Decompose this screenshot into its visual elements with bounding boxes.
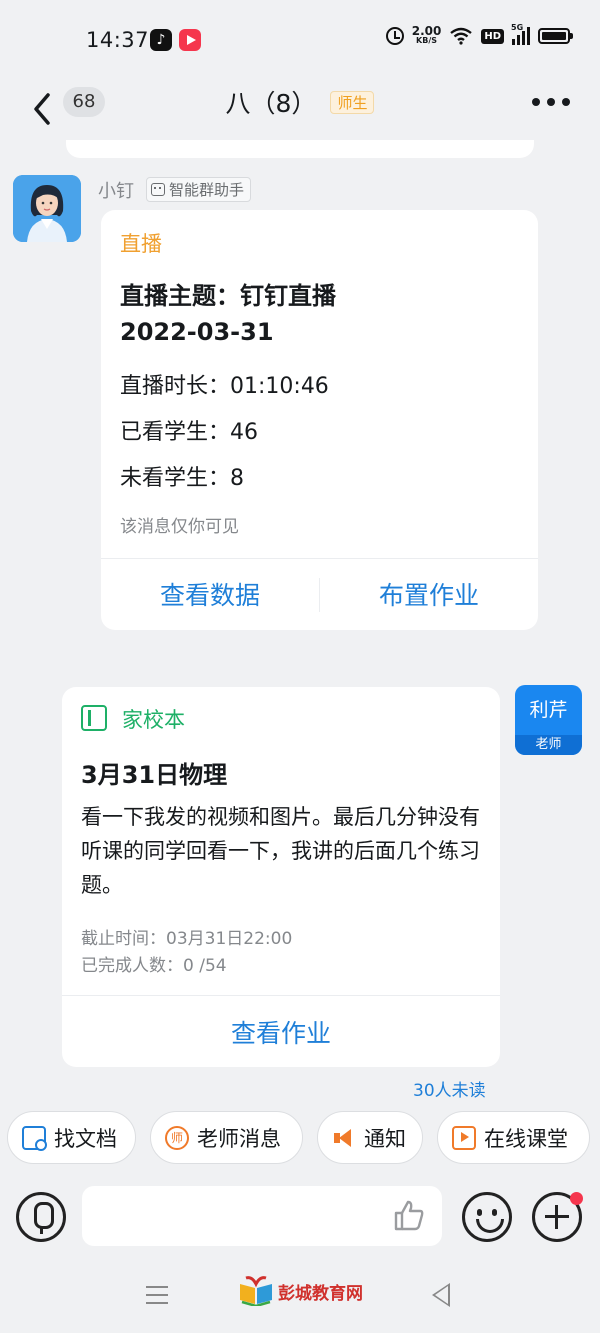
system-nav-bar: 彭城教育网 [0, 1266, 600, 1333]
teacher-avatar-name: 利芹 [529, 699, 568, 721]
notice-chip[interactable]: 通知 [317, 1111, 423, 1164]
card-divider [62, 995, 500, 996]
home-watermark[interactable]: 彭城教育网 [238, 1276, 363, 1306]
assistant-tag-label: 智能群助手 [169, 181, 245, 199]
menu-icon[interactable] [146, 1286, 168, 1304]
homework-body: 看一下我发的视频和图片。最后几分钟没有听课的同学回看一下，我讲的后面几个练习题。 [81, 805, 480, 897]
chip-label: 在线课堂 [484, 1126, 568, 1151]
previous-message-card [66, 140, 534, 158]
book-logo-icon [240, 1276, 272, 1306]
teacher-avatar-role: 老师 [515, 735, 582, 755]
sender-name: 小钉 [98, 181, 134, 202]
live-duration: 直播时长：01:10:46 [120, 374, 329, 399]
teacher-messages-chip[interactable]: 师 老师消息 [150, 1111, 303, 1164]
online-class-chip[interactable]: 在线课堂 [437, 1111, 590, 1164]
emoji-icon[interactable] [462, 1192, 512, 1242]
live-topic-line2: 2022-03-31 [120, 318, 274, 346]
chip-label: 通知 [364, 1126, 406, 1151]
doc-search-icon [22, 1125, 47, 1151]
card-divider [101, 558, 538, 559]
not-watched-count: 未看学生：8 [120, 466, 244, 491]
chip-label: 老师消息 [197, 1126, 281, 1151]
net-speed: 2.00 KB/S [411, 24, 442, 46]
input-bar [0, 1176, 600, 1266]
watermark-text: 彭城教育网 [278, 1283, 363, 1304]
view-data-button[interactable]: 查看数据 [101, 576, 319, 612]
group-role-tag: 师生 [330, 91, 375, 114]
card-type-label: 家校本 [122, 708, 185, 732]
voice-input-icon[interactable] [16, 1192, 66, 1242]
woman-avatar-icon [13, 175, 81, 242]
signal-label: 5G [511, 23, 524, 32]
battery-icon [538, 28, 573, 44]
chat-header: 68 八（8） 师生 [0, 80, 600, 140]
assistant-tag: 智能群助手 [146, 177, 252, 202]
net-speed-value: 2.00 [411, 24, 442, 38]
teacher-icon: 师 [165, 1125, 189, 1150]
hd-icon: HD [481, 28, 504, 44]
video-app-icon [179, 29, 201, 51]
notebook-icon [81, 705, 107, 731]
homework-card[interactable]: 家校本 3月31日物理 看一下我发的视频和图片。最后几分钟没有听课的同学回看一下… [62, 687, 500, 1067]
nav-back-icon[interactable] [432, 1283, 450, 1307]
homework-deadline: 截止时间：03月31日22:00 [81, 929, 293, 949]
teacher-avatar[interactable]: 利芹 老师 [515, 685, 582, 755]
notification-dot [570, 1192, 583, 1205]
read-status[interactable]: 30人未读 [413, 1076, 486, 1101]
online-class-icon [452, 1125, 476, 1150]
signal-icon: 5G [511, 23, 530, 45]
tiktok-icon: ♪ [150, 29, 172, 51]
live-stream-card[interactable]: 直播 直播主题：钉钉直播 2022-03-31 直播时长：01:10:46 已看… [101, 210, 538, 630]
message-input[interactable] [82, 1186, 442, 1246]
live-topic-line1: 直播主题：钉钉直播 [120, 282, 336, 310]
find-doc-chip[interactable]: 找文档 [7, 1111, 136, 1164]
alarm-icon [385, 27, 404, 45]
more-options-icon[interactable] [532, 98, 570, 108]
homework-title: 3月31日物理 [81, 761, 228, 789]
watched-count: 已看学生：46 [120, 420, 258, 445]
megaphone-icon [332, 1126, 356, 1150]
homework-completed: 已完成人数：0 /54 [81, 956, 227, 976]
assign-homework-button[interactable]: 布置作业 [320, 576, 538, 612]
view-homework-button[interactable]: 查看作业 [62, 1014, 500, 1050]
net-speed-unit: KB/S [416, 36, 438, 45]
live-topic: 直播主题：钉钉直播 2022-03-31 [120, 278, 520, 350]
visibility-note: 该消息仅你可见 [120, 517, 239, 537]
status-time: 14:37 [86, 28, 150, 52]
robot-icon [151, 183, 165, 196]
wifi-icon [450, 27, 473, 45]
thumbs-up-icon[interactable] [392, 1198, 426, 1232]
page-title[interactable]: 八（8） [226, 89, 317, 118]
title-wrap: 八（8） 师生 [0, 84, 600, 120]
status-bar: 14:37 ♪ 2.00 KB/S HD 5G [0, 0, 600, 80]
chip-label: 找文档 [54, 1126, 117, 1151]
bot-avatar[interactable] [13, 175, 81, 242]
card-type-label: 直播 [120, 232, 162, 256]
